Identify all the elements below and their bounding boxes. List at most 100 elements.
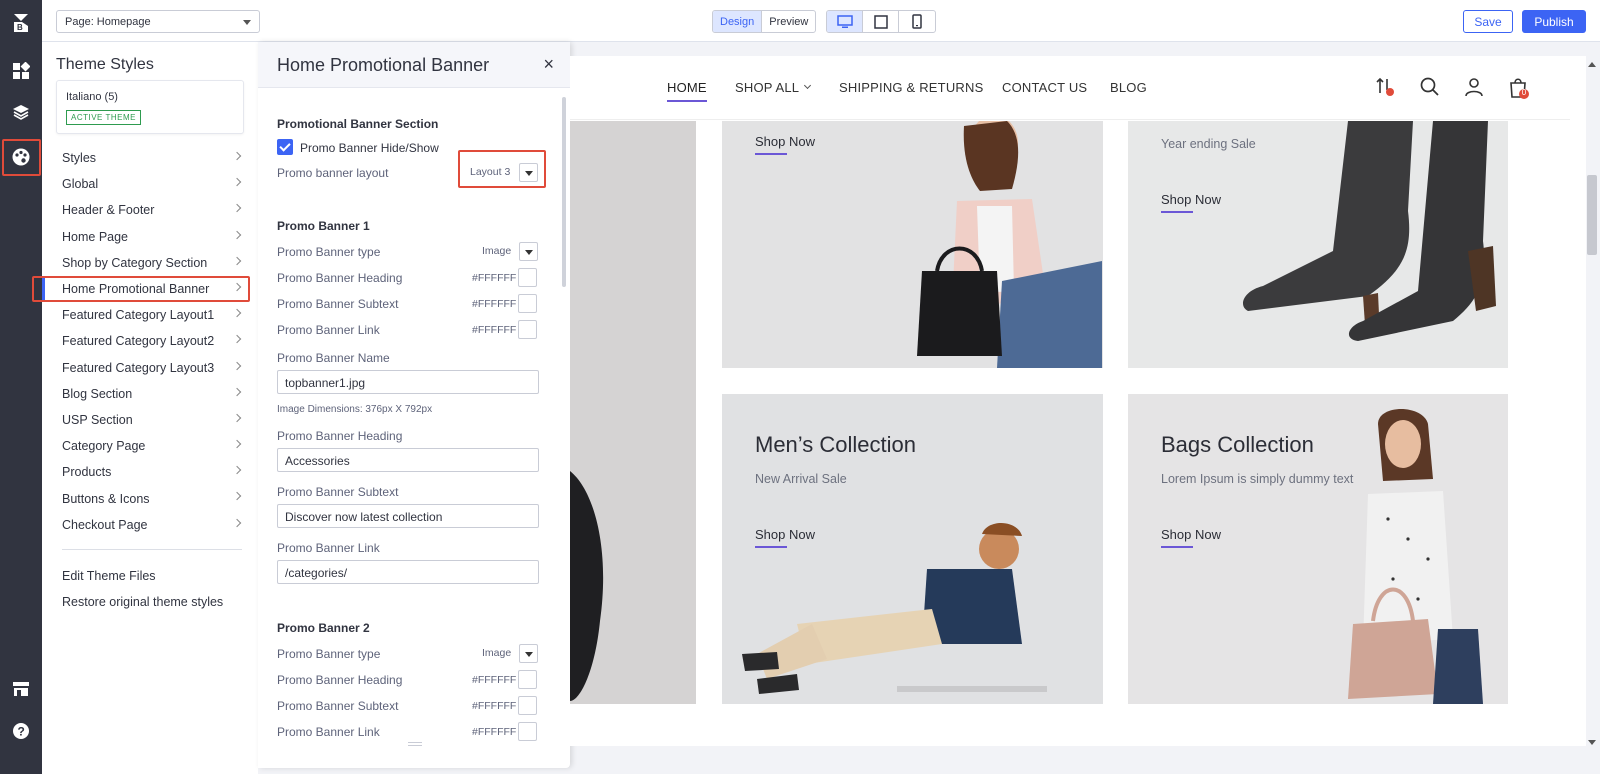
sidebar-item-styles[interactable]: Styles [42, 145, 258, 171]
scroll-down-icon[interactable] [1588, 740, 1596, 745]
section-heading-banner-2: Promo Banner 2 [277, 621, 370, 635]
layers-icon[interactable] [6, 97, 36, 127]
desktop-icon [836, 14, 853, 28]
preview-scrollbar-thumb[interactable] [1587, 175, 1597, 255]
dashboard-icon[interactable] [6, 56, 36, 86]
top-toolbar: Page: Homepage Design Preview Save Publi… [42, 0, 1600, 42]
sidebar-item-header-footer[interactable]: Header & Footer [42, 197, 258, 223]
banner2-subtext-color-label: Promo Banner Subtext [277, 699, 399, 713]
sidebar-item-checkout-page[interactable]: Checkout Page [42, 512, 258, 538]
nav-shipping-returns[interactable]: SHIPPING & RETURNS [839, 80, 983, 95]
sidebar-item-featured-category-layout3[interactable]: Featured Category Layout3 [42, 355, 258, 381]
card2-shop-now-link[interactable]: Shop Now [1161, 192, 1221, 213]
chevron-right-icon [232, 518, 242, 527]
sidebar-item-shop-by-category[interactable]: Shop by Category Section [42, 250, 258, 276]
sidebar-item-label: Checkout Page [62, 517, 148, 532]
promo-banner-card-4[interactable]: Bags Collection Lorem Ipsum is simply du… [1128, 394, 1508, 704]
sidebar-item-label: Styles [62, 151, 97, 166]
banner1-heading-input[interactable]: Accessories [277, 448, 539, 472]
desktop-view-button[interactable] [827, 11, 863, 32]
design-mode-button[interactable]: Design [713, 11, 763, 32]
palette-highlight-box [2, 139, 41, 176]
preview-mode-button[interactable]: Preview [762, 11, 815, 32]
nav-home[interactable]: HOME [667, 80, 707, 102]
edit-theme-files-link[interactable]: Edit Theme Files [62, 569, 156, 583]
storefront-icon[interactable] [6, 674, 36, 704]
sidebar-item-category-page[interactable]: Category Page [42, 433, 258, 459]
banner2-type-select[interactable]: Image [482, 644, 538, 663]
mobile-icon [912, 14, 922, 29]
sidebar-item-buttons-icons[interactable]: Buttons & Icons [42, 485, 258, 511]
card4-shop-now-link[interactable]: Shop Now [1161, 527, 1221, 548]
sidebar-item-usp-section[interactable]: USP Section [42, 407, 258, 433]
preview-scrollbar-track[interactable] [1586, 56, 1600, 746]
hide-show-checkbox[interactable] [277, 139, 293, 155]
sidebar-item-featured-category-layout1[interactable]: Featured Category Layout1 [42, 302, 258, 328]
nav-contact-us[interactable]: CONTACT US [1002, 80, 1087, 95]
bigcommerce-logo-icon[interactable]: B [6, 8, 36, 38]
chevron-down-icon [803, 81, 812, 90]
resize-grip-line [408, 745, 422, 746]
banner2-link-color-swatch[interactable] [518, 722, 537, 741]
sidebar-item-home-promotional-banner[interactable]: Home Promotional Banner [32, 275, 258, 303]
chevron-down-icon [519, 242, 538, 261]
banner1-link-input[interactable]: /categories/ [277, 560, 539, 584]
sidebar-item-label: Products [62, 465, 112, 480]
close-icon[interactable]: × [543, 54, 554, 75]
active-theme-badge: ACTIVE THEME [66, 110, 141, 125]
restore-theme-styles-link[interactable]: Restore original theme styles [62, 595, 223, 609]
selected-item-highlight-box [32, 275, 250, 303]
banner1-type-select[interactable]: Image [482, 242, 538, 261]
banner2-link-color-value: #FFFFFF [472, 726, 517, 738]
sidebar-item-featured-category-layout2[interactable]: Featured Category Layout2 [42, 328, 258, 354]
nav-shop-all[interactable]: SHOP ALL [735, 80, 799, 95]
compare-icon[interactable] [1374, 76, 1396, 98]
banner1-subtext-color-swatch[interactable] [518, 294, 537, 313]
sidebar-item-blog-section[interactable]: Blog Section [42, 381, 258, 407]
help-icon[interactable]: ? [6, 716, 36, 746]
banner1-link-color-label: Promo Banner Link [277, 323, 380, 337]
promo-banner-tall[interactable] [570, 121, 696, 704]
banner2-heading-color-swatch[interactable] [518, 670, 537, 689]
banner1-subtext-input[interactable]: Discover now latest collection [277, 504, 539, 528]
resize-grip[interactable] [408, 742, 422, 743]
promo-banner-card-1[interactable]: Shop Now [722, 121, 1103, 368]
scroll-up-icon[interactable] [1588, 62, 1596, 67]
chevron-right-icon [232, 230, 242, 239]
publish-button[interactable]: Publish [1522, 10, 1586, 33]
active-theme-card: Italiano (5) ACTIVE THEME [56, 80, 244, 134]
sidebar-item-label: Header & Footer [62, 203, 155, 218]
promo-banner-card-2[interactable]: Year ending Sale Shop Now [1128, 121, 1508, 368]
card1-shop-now-link[interactable]: Shop Now [755, 134, 815, 155]
search-icon[interactable] [1419, 76, 1441, 98]
tablet-icon [873, 14, 888, 29]
panel-title: Home Promotional Banner [277, 55, 490, 75]
chevron-down-icon [243, 20, 251, 25]
banner1-heading-color-swatch[interactable] [518, 268, 537, 287]
page-select[interactable]: Page: Homepage [56, 10, 260, 33]
mode-toggle: Design Preview [712, 10, 817, 33]
account-icon[interactable] [1463, 76, 1485, 98]
save-button[interactable]: Save [1463, 10, 1513, 33]
sidebar-item-global[interactable]: Global [42, 171, 258, 197]
tablet-view-button[interactable] [863, 11, 899, 32]
sidebar-divider [62, 549, 242, 550]
card3-heading: Men’s Collection [755, 432, 917, 457]
panel-scrollbar[interactable] [562, 97, 566, 287]
promo-banner-card-3[interactable]: Men’s Collection New Arrival Sale Shop N… [722, 394, 1103, 704]
woman-with-handbag-image [917, 121, 1102, 368]
banner2-type-value: Image [482, 647, 512, 659]
sidebar-item-products[interactable]: Products [42, 459, 258, 485]
sidebar-item-label: Featured Category Layout2 [62, 334, 215, 349]
promo-banner-settings-panel: Home Promotional Banner × Promotional Ba… [258, 42, 570, 768]
sidebar-item-home-page[interactable]: Home Page [42, 224, 258, 250]
nav-blog[interactable]: BLOG [1110, 80, 1147, 95]
banner2-subtext-color-swatch[interactable] [518, 696, 537, 715]
storefront-preview: HOME SHOP ALL SHIPPING & RETURNS CONTACT… [570, 56, 1586, 746]
banner1-link-color-swatch[interactable] [518, 320, 537, 339]
storefront-nav: HOME SHOP ALL SHIPPING & RETURNS CONTACT… [570, 56, 1570, 120]
mobile-view-button[interactable] [899, 11, 935, 32]
banner1-name-input[interactable]: topbanner1.jpg [277, 370, 539, 394]
sidebar-item-label: Category Page [62, 439, 146, 454]
sidebar-item-label: Home Page [62, 229, 129, 244]
